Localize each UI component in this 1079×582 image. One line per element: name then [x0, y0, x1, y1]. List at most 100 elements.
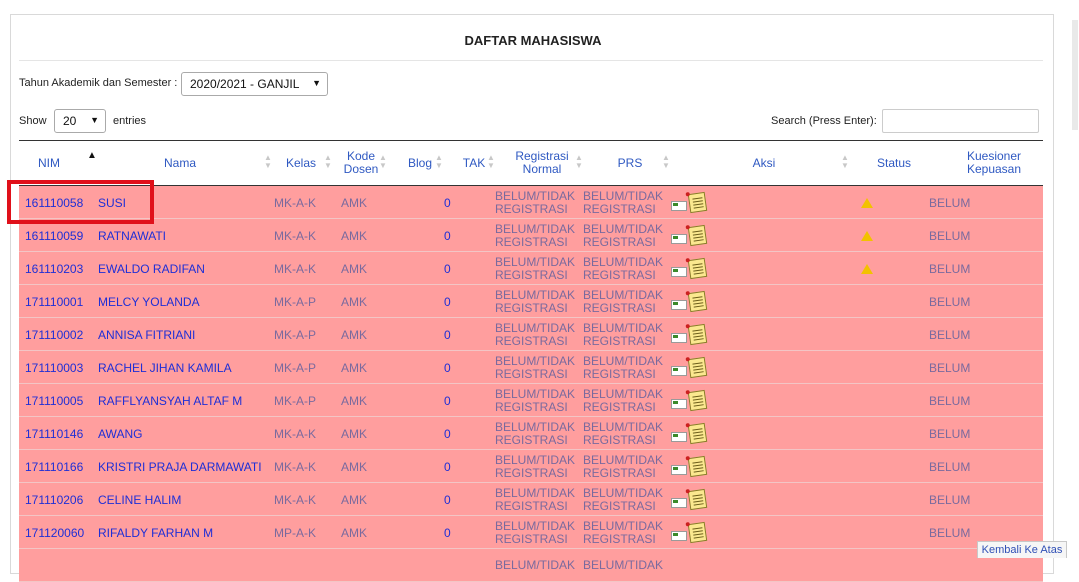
- prs-status-cell: BELUM/TIDAK REGISTRASI: [583, 351, 665, 384]
- tak-link[interactable]: 0: [444, 483, 451, 516]
- nama-link[interactable]: RACHEL JIHAN KAMILA: [98, 351, 232, 384]
- sort-icon: ▲ ▼: [264, 153, 272, 170]
- notes-icon[interactable]: [687, 488, 708, 511]
- column-header-kuesioner[interactable]: Kuesioner Kepuasan: [949, 141, 1039, 185]
- nama-link[interactable]: RAFFLYANSYAH ALTAF M: [98, 384, 242, 417]
- nim-link[interactable]: 171110005: [25, 384, 83, 417]
- column-header-nama[interactable]: Nama: [149, 141, 211, 185]
- notes-icon[interactable]: [687, 224, 708, 247]
- tak-link[interactable]: 0: [444, 384, 451, 417]
- column-header-kelas[interactable]: Kelas: [281, 141, 321, 185]
- add-card-icon[interactable]: [671, 332, 687, 343]
- nama-link-text: RIFALDY FARHAN M: [98, 525, 214, 540]
- sort-icon: ▲ ▼: [575, 153, 583, 170]
- add-card-icon[interactable]: [671, 464, 687, 475]
- tak-link[interactable]: 0: [444, 417, 451, 450]
- registrasi-status-cell-text: BELUM/TIDAK REGISTRASI: [495, 452, 576, 480]
- tak-link[interactable]: 0: [444, 219, 451, 252]
- notes-icon[interactable]: [687, 257, 708, 280]
- table-row: 171110005 RAFFLYANSYAH ALTAF M MK-A-P AMK 0 B…: [19, 384, 1043, 417]
- nim-link[interactable]: 171120060: [25, 516, 84, 549]
- tak-link-text: 0: [444, 327, 451, 342]
- kelas-cell: MK-A-K: [274, 219, 316, 252]
- column-header-registrasi-normal-label: Registrasi Normal: [515, 149, 569, 176]
- add-card-icon[interactable]: [671, 497, 687, 508]
- tak-link[interactable]: 0: [444, 516, 451, 549]
- add-card-icon[interactable]: [671, 200, 687, 211]
- column-header-blog[interactable]: Blog: [402, 141, 438, 185]
- entries-length-select[interactable]: 20 ▼: [54, 109, 106, 133]
- column-header-aksi[interactable]: Aksi: [739, 141, 789, 185]
- add-card-icon[interactable]: [671, 431, 687, 442]
- table-row: 171120060 RIFALDY FARHAN M MP-A-K AMK 0 BELUM…: [19, 516, 1043, 549]
- add-card-icon[interactable]: [671, 398, 687, 409]
- nama-link[interactable]: EWALDO RADIFAN: [98, 252, 205, 285]
- nim-link[interactable]: 171110206: [25, 483, 83, 516]
- kode-dosen-cell-text: AMK: [341, 327, 368, 342]
- column-header-registrasi-normal[interactable]: Registrasi Normal: [505, 141, 579, 185]
- nama-link-text: KRISTRI PRAJA DARMAWATI: [98, 459, 262, 474]
- kelas-cell-text: MK-A-K: [274, 228, 316, 243]
- tak-link-text: 0: [444, 393, 451, 408]
- add-card-icon[interactable]: [671, 530, 687, 541]
- tak-link-text: 0: [444, 459, 451, 474]
- search-input[interactable]: [882, 109, 1039, 133]
- tak-link[interactable]: 0: [444, 351, 451, 384]
- nim-link[interactable]: 171110003: [25, 351, 83, 384]
- notes-icon[interactable]: [687, 191, 708, 214]
- kode-dosen-cell: AMK: [341, 384, 367, 417]
- add-card-icon[interactable]: [671, 299, 687, 310]
- add-card-icon[interactable]: [671, 266, 687, 277]
- notes-icon[interactable]: [687, 521, 708, 544]
- column-header-prs-label: PRS: [617, 155, 643, 170]
- notes-icon[interactable]: [687, 422, 708, 445]
- nama-link[interactable]: AWANG: [98, 417, 142, 450]
- column-header-nim[interactable]: NIM: [19, 141, 79, 185]
- add-card-icon[interactable]: [671, 233, 687, 244]
- nama-link[interactable]: KRISTRI PRAJA DARMAWATI: [98, 450, 262, 483]
- kuesioner-status-cell: BELUM: [929, 186, 970, 219]
- notes-icon[interactable]: [687, 323, 708, 346]
- column-header-kode-dosen[interactable]: Kode Dosen: [341, 141, 381, 185]
- nim-link[interactable]: 171110002: [25, 318, 83, 351]
- nim-link-text: 171110005: [25, 393, 84, 408]
- semester-select[interactable]: 2020/2021 - GANJIL ▼: [181, 72, 328, 96]
- kelas-cell: MK-A-P: [274, 384, 316, 417]
- kelas-cell-text: MK-A-P: [274, 360, 316, 375]
- add-card-icon[interactable]: [671, 365, 687, 376]
- nama-link-text: AWANG: [98, 426, 143, 441]
- kelas-cell: MK-A-K: [274, 417, 316, 450]
- registrasi-status-cell-text: BELUM/TIDAK REGISTRASI: [495, 188, 576, 216]
- column-header-tak[interactable]: TAK: [459, 141, 489, 185]
- tak-link[interactable]: 0: [444, 318, 451, 351]
- notes-icon[interactable]: [687, 356, 708, 379]
- semester-label: Tahun Akademik dan Semester :: [19, 77, 178, 89]
- column-header-prs[interactable]: PRS: [603, 141, 657, 185]
- table-row: 161110058 SUSI MK-A-K AMK 0 BELUM/TIDAK REGIS…: [19, 186, 1043, 219]
- nim-link[interactable]: 171110146: [25, 417, 83, 450]
- nim-link[interactable]: 171110166: [25, 450, 83, 483]
- notes-icon[interactable]: [687, 455, 708, 478]
- nim-link[interactable]: 171110001: [25, 285, 83, 318]
- nama-link[interactable]: MELCY YOLANDA: [98, 285, 200, 318]
- tak-link[interactable]: 0: [444, 252, 451, 285]
- nama-link[interactable]: RIFALDY FARHAN M: [98, 516, 213, 549]
- kuesioner-status-cell-text: BELUM: [929, 294, 971, 309]
- tak-link[interactable]: 0: [444, 186, 451, 219]
- kode-dosen-cell-text: AMK: [341, 525, 368, 540]
- tak-link[interactable]: 0: [444, 450, 451, 483]
- notes-icon[interactable]: [687, 389, 708, 412]
- nama-link[interactable]: ANNISA FITRIANI: [98, 318, 195, 351]
- nama-link[interactable]: CELINE HALIM: [98, 483, 181, 516]
- nama-link-text: MELCY YOLANDA: [98, 294, 200, 309]
- kelas-cell: MK-A-K: [274, 186, 316, 219]
- scrollbar-thumb[interactable]: [1072, 20, 1078, 130]
- column-header-status[interactable]: Status: [864, 141, 924, 185]
- table-header: NIM ▲ Nama ▲ ▼ Kelas ▲ ▼ Kode Dosen ▲ ▼ Blo…: [19, 141, 1043, 185]
- notes-icon[interactable]: [687, 290, 708, 313]
- nim-link[interactable]: 161110203: [25, 252, 83, 285]
- tak-link[interactable]: 0: [444, 285, 451, 318]
- back-to-top-button[interactable]: Kembali Ke Atas: [977, 541, 1067, 558]
- registrasi-status-cell-text: BELUM/TIDAK REGISTRASI: [495, 221, 576, 249]
- kuesioner-status-cell-text: BELUM: [929, 492, 971, 507]
